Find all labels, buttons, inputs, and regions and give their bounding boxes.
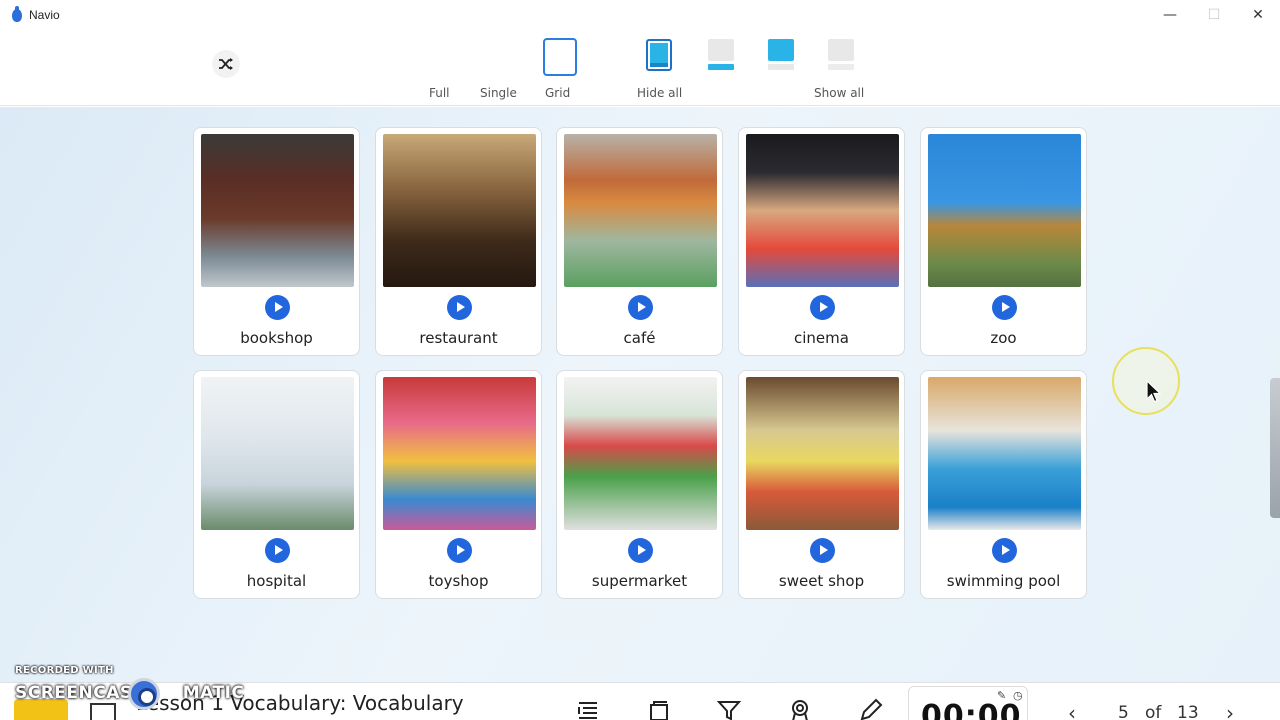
flashcard-hospital[interactable]: hospital [193, 370, 360, 599]
card-label: hospital [246, 572, 307, 590]
hide-all-icon[interactable] [646, 39, 672, 71]
mode-full-button[interactable]: Full [429, 86, 450, 100]
watermark-brand-text: SCREENCAST [15, 683, 145, 703]
bookshop-photo [201, 134, 354, 287]
copy-icon[interactable] [646, 697, 672, 720]
timer-display: 00:00 [921, 699, 1022, 720]
hospital-photo [201, 377, 354, 530]
play-audio-icon[interactable] [265, 538, 290, 563]
side-panel-handle[interactable] [1270, 378, 1280, 518]
watermark-recorded-with: RECORDED WITH [15, 665, 114, 676]
restaurant-photo [383, 134, 536, 287]
play-audio-icon[interactable] [447, 538, 472, 563]
flashcard-grid: bookshop restaurant café cinema zoo hosp… [0, 107, 1280, 682]
card-label: swimming pool [946, 572, 1061, 590]
hide-all-button[interactable]: Hide all [637, 86, 682, 100]
flashcard-cafe[interactable]: café [556, 127, 723, 356]
list-icon[interactable] [575, 697, 601, 720]
navio-app-icon [12, 5, 22, 22]
mode-grid-button[interactable]: Grid [545, 86, 570, 100]
flashcard-swimming-pool[interactable]: swimming pool [920, 370, 1087, 599]
pencil-icon[interactable] [858, 697, 884, 720]
flashcard-zoo[interactable]: zoo [920, 127, 1087, 356]
card-label: café [623, 329, 656, 347]
timer-widget[interactable]: ✎ ◷ 00:00 [908, 686, 1028, 720]
window-controls: — ☐ ✕ [1148, 0, 1280, 30]
hide-words-icon[interactable] [768, 39, 794, 71]
card-label: bookshop [240, 329, 313, 347]
mouse-pointer-icon [1146, 380, 1162, 403]
view-toolbar: Full Single Grid Hide all Show all [0, 30, 1280, 106]
supermarket-photo [564, 377, 717, 530]
maximize-button[interactable]: ☐ [1192, 0, 1236, 30]
show-all-button[interactable]: Show all [814, 86, 864, 100]
page-current: 5 [1118, 703, 1129, 720]
flashcard-cinema[interactable]: cinema [738, 127, 905, 356]
next-page-button[interactable]: › [1226, 701, 1234, 720]
page-view-icon[interactable] [90, 703, 116, 720]
window-titlebar: Navio — ☐ ✕ [0, 0, 1280, 30]
play-audio-icon[interactable] [265, 295, 290, 320]
card-label: sweet shop [778, 572, 865, 590]
card-label: cinema [794, 329, 849, 347]
page-total: 13 [1177, 703, 1199, 720]
cafe-photo [564, 134, 717, 287]
swimming-pool-photo [928, 377, 1081, 530]
play-audio-icon[interactable] [447, 295, 472, 320]
card-label: toyshop [428, 572, 489, 590]
filter-icon[interactable] [716, 697, 742, 720]
play-audio-icon[interactable] [628, 295, 653, 320]
flashcard-bookshop[interactable]: bookshop [193, 127, 360, 356]
minimize-button[interactable]: — [1148, 0, 1192, 30]
sweet-shop-photo [746, 377, 899, 530]
show-all-icon[interactable] [828, 39, 854, 71]
grid-view-icon[interactable] [543, 38, 577, 76]
shuffle-icon [219, 58, 233, 70]
zoo-photo [928, 134, 1081, 287]
shuffle-button[interactable] [212, 50, 240, 78]
flashcard-restaurant[interactable]: restaurant [375, 127, 542, 356]
page-of: of [1145, 703, 1162, 720]
play-audio-icon[interactable] [628, 538, 653, 563]
toyshop-photo [383, 377, 536, 530]
cinema-photo [746, 134, 899, 287]
screencast-logo-icon [128, 678, 160, 710]
flashcard-supermarket[interactable]: supermarket [556, 370, 723, 599]
flashcard-sweet-shop[interactable]: sweet shop [738, 370, 905, 599]
play-audio-icon[interactable] [992, 295, 1017, 320]
flashcard-toyshop[interactable]: toyshop [375, 370, 542, 599]
card-label: supermarket [591, 572, 688, 590]
mode-single-button[interactable]: Single [480, 86, 517, 100]
window-title: Navio [29, 8, 60, 22]
card-label: zoo [990, 329, 1017, 347]
play-audio-icon[interactable] [992, 538, 1017, 563]
prev-page-button[interactable]: ‹ [1068, 701, 1076, 720]
close-button[interactable]: ✕ [1236, 0, 1280, 30]
play-audio-icon[interactable] [810, 538, 835, 563]
hide-images-icon[interactable] [708, 39, 734, 71]
play-audio-icon[interactable] [810, 295, 835, 320]
card-label: restaurant [419, 329, 498, 347]
award-icon[interactable] [787, 697, 813, 720]
watermark-brand-suffix: MATIC [182, 683, 245, 703]
